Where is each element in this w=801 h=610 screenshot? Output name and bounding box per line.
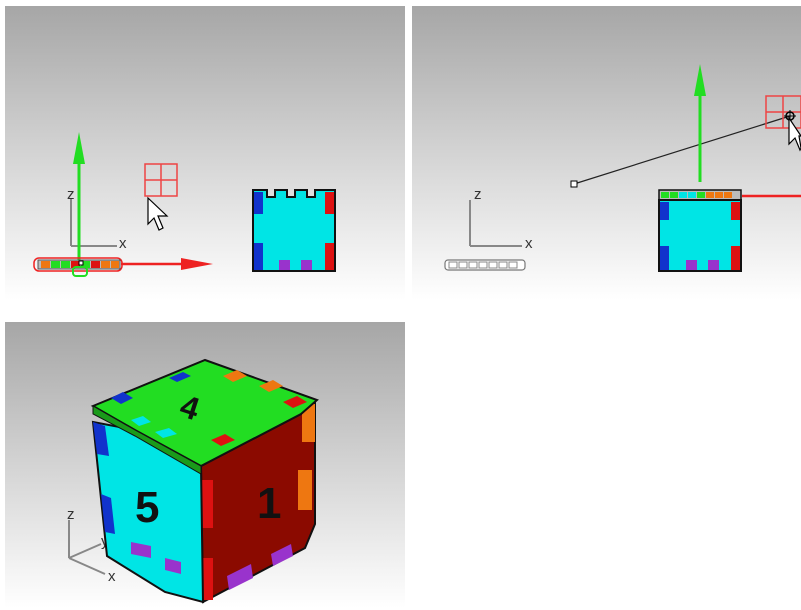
gizmo-z-arrow[interactable] bbox=[694, 64, 706, 182]
x-axis-label: x bbox=[119, 235, 127, 252]
face-label-front: 5 bbox=[135, 483, 159, 532]
z-axis-label: z bbox=[474, 186, 482, 203]
z-axis-label: z bbox=[67, 506, 75, 523]
gizmo-scale-grid[interactable] bbox=[144, 163, 178, 197]
x-axis-label: x bbox=[108, 568, 116, 585]
mouse-cursor-icon bbox=[147, 196, 169, 231]
front-viewport[interactable]: z x bbox=[5, 6, 405, 300]
face-label-side: 1 bbox=[257, 479, 281, 528]
mouse-cursor-icon bbox=[788, 116, 801, 152]
x-axis-label: x bbox=[525, 235, 533, 252]
flat-piece-selected[interactable] bbox=[33, 257, 123, 277]
right-viewport[interactable]: z x bbox=[412, 6, 801, 300]
gizmo-x-arrow[interactable] bbox=[121, 258, 213, 270]
right-viewport-canvas[interactable]: z x bbox=[412, 6, 801, 300]
cube-front-view[interactable] bbox=[252, 189, 336, 272]
z-axis-label: z bbox=[67, 186, 75, 203]
cube-right-view[interactable] bbox=[658, 189, 742, 272]
world-axes-icon: z x bbox=[67, 186, 127, 252]
drag-reference-line bbox=[570, 115, 791, 188]
front-viewport-canvas[interactable]: z x bbox=[5, 6, 405, 300]
gizmo-scale-grid[interactable] bbox=[765, 95, 801, 129]
assembled-cube[interactable] bbox=[90, 358, 319, 604]
perspective-viewport-canvas[interactable]: z y x bbox=[5, 322, 405, 608]
flat-piece[interactable] bbox=[444, 259, 526, 271]
gizmo-z-arrow[interactable] bbox=[73, 132, 85, 264]
world-axes-icon: z x bbox=[469, 186, 533, 252]
perspective-viewport[interactable]: z y x bbox=[5, 322, 405, 608]
